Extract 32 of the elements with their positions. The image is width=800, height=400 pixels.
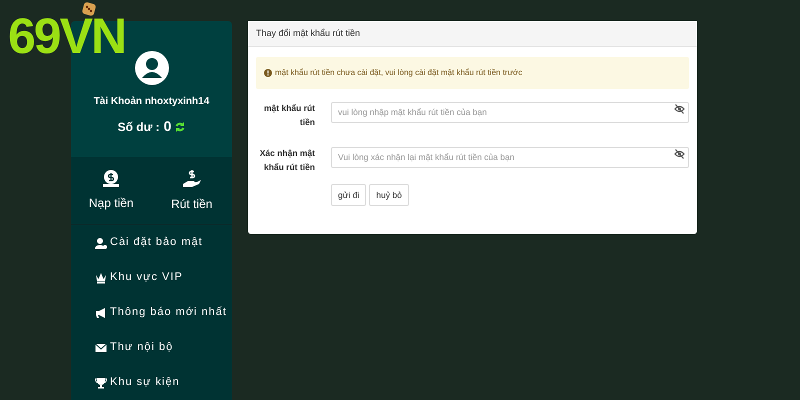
account-name: Tài Khoản nhoxtyxinh14 [94,95,210,109]
password-field[interactable]: Vui lòng xác nhận lại mật khẩu rút tiền của bạn [331,146,689,168]
money-bag-icon [102,170,120,188]
alert-text: mật khẩu rút tiền chưa cài đặt, vui lòng cài đặt mật khẩu rút tiền trước [275,67,522,79]
menu-item[interactable]: Thư nội bộ [95,330,232,365]
balance-label: Số dư : [118,118,160,136]
menu-item[interactable]: Thông báo mới nhất [95,295,232,330]
field-label: Xác nhận mật khẩu rút tiền [258,147,315,174]
password-field[interactable]: vui lòng nhập mật khẩu rút tiền của bạn [331,102,689,122]
menu-item[interactable]: Cài đặt bảo mật [95,225,232,260]
menu-item[interactable]: Khu vực VIP [95,260,232,295]
panel-title: Thay đổi mật khẩu rút tiền [248,21,697,47]
balance-value: 0 [164,117,172,136]
megaphone-icon [95,306,107,318]
user-gear-icon [95,236,107,248]
envelope-icon [95,342,107,354]
hand-coin-icon [182,168,202,188]
avatar-icon [134,51,168,85]
menu-item[interactable]: Khu sự kiện [95,365,232,400]
eye-slash-icon[interactable] [674,149,685,159]
crown-icon [95,272,107,284]
field-label: mật khẩu rút tiền [262,102,315,129]
info-icon [264,69,272,77]
action-button[interactable]: Rút tiền [152,157,232,224]
dice-icon [82,2,96,16]
logo-text: 69VN [8,16,126,56]
form-button[interactable]: gửi đi [331,184,366,206]
action-button[interactable]: Nạp tiền [71,157,152,224]
form-button[interactable]: huỷ bỏ [369,184,409,206]
trophy-icon [95,376,107,388]
eye-slash-icon[interactable] [674,104,685,114]
refresh-icon[interactable] [175,122,186,132]
